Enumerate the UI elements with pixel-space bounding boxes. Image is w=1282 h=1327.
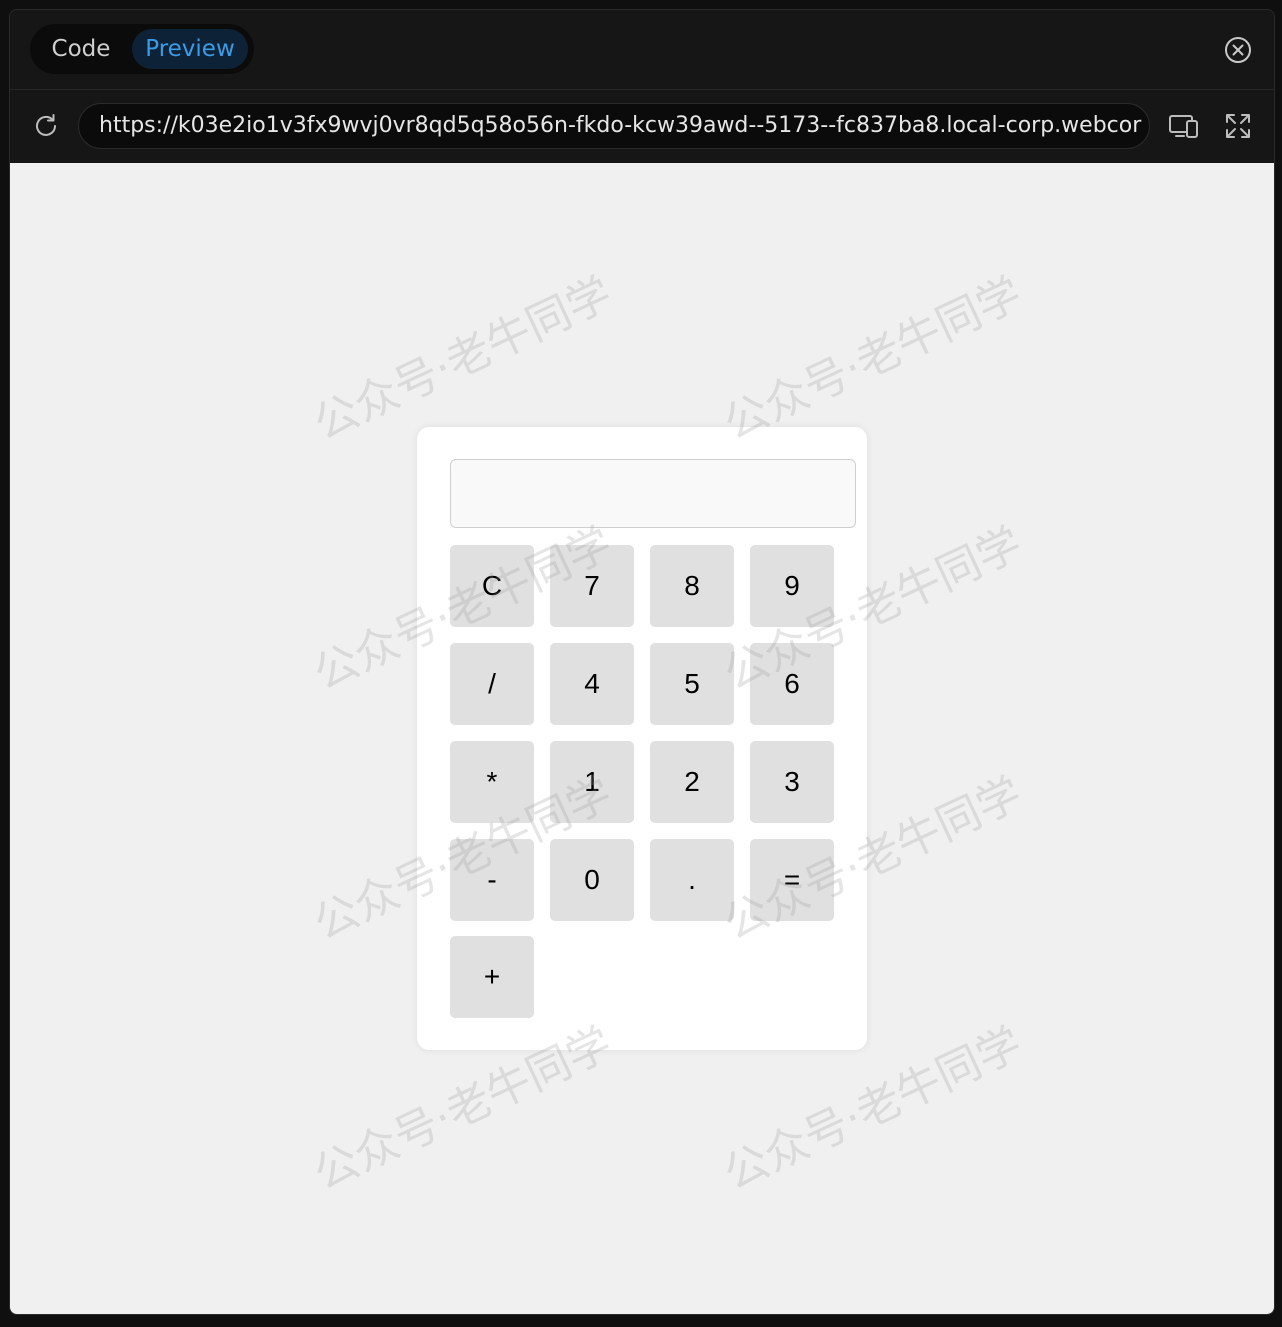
preview-viewport: C 7 8 9 / 4 5 6 * 1 2 3 - 0 . = + 公众号·老牛… bbox=[10, 163, 1274, 1314]
key-8[interactable]: 8 bbox=[650, 545, 734, 627]
top-toolbar: Code Preview bbox=[10, 10, 1274, 90]
calculator: C 7 8 9 / 4 5 6 * 1 2 3 - 0 . = + bbox=[417, 427, 867, 1050]
key-add[interactable]: + bbox=[450, 936, 534, 1018]
key-equals[interactable]: = bbox=[750, 839, 834, 921]
responsive-devices-icon[interactable] bbox=[1168, 112, 1200, 140]
key-3[interactable]: 3 bbox=[750, 741, 834, 823]
close-icon[interactable] bbox=[1224, 36, 1252, 64]
reload-icon[interactable] bbox=[32, 112, 60, 140]
watermark-text: 公众号·老牛同学 bbox=[716, 267, 1030, 451]
key-subtract[interactable]: - bbox=[450, 839, 534, 921]
watermark-text: 公众号·老牛同学 bbox=[306, 267, 620, 451]
preview-window: Code Preview https://k03e2io1v3fx9wvj0vr… bbox=[9, 9, 1275, 1315]
view-tabs: Code Preview bbox=[30, 24, 254, 74]
key-7[interactable]: 7 bbox=[550, 545, 634, 627]
calculator-display[interactable] bbox=[450, 459, 856, 528]
key-6[interactable]: 6 bbox=[750, 643, 834, 725]
tab-preview[interactable]: Preview bbox=[132, 29, 248, 69]
key-4[interactable]: 4 bbox=[550, 643, 634, 725]
key-2[interactable]: 2 bbox=[650, 741, 734, 823]
key-decimal[interactable]: . bbox=[650, 839, 734, 921]
key-multiply[interactable]: * bbox=[450, 741, 534, 823]
key-1[interactable]: 1 bbox=[550, 741, 634, 823]
url-input[interactable]: https://k03e2io1v3fx9wvj0vr8qd5q58o56n-f… bbox=[78, 103, 1150, 149]
key-divide[interactable]: / bbox=[450, 643, 534, 725]
fullscreen-expand-icon[interactable] bbox=[1224, 112, 1252, 140]
tab-code[interactable]: Code bbox=[36, 29, 126, 69]
key-0[interactable]: 0 bbox=[550, 839, 634, 921]
key-5[interactable]: 5 bbox=[650, 643, 734, 725]
address-toolbar: https://k03e2io1v3fx9wvj0vr8qd5q58o56n-f… bbox=[10, 90, 1274, 163]
key-clear[interactable]: C bbox=[450, 545, 534, 627]
key-9[interactable]: 9 bbox=[750, 545, 834, 627]
